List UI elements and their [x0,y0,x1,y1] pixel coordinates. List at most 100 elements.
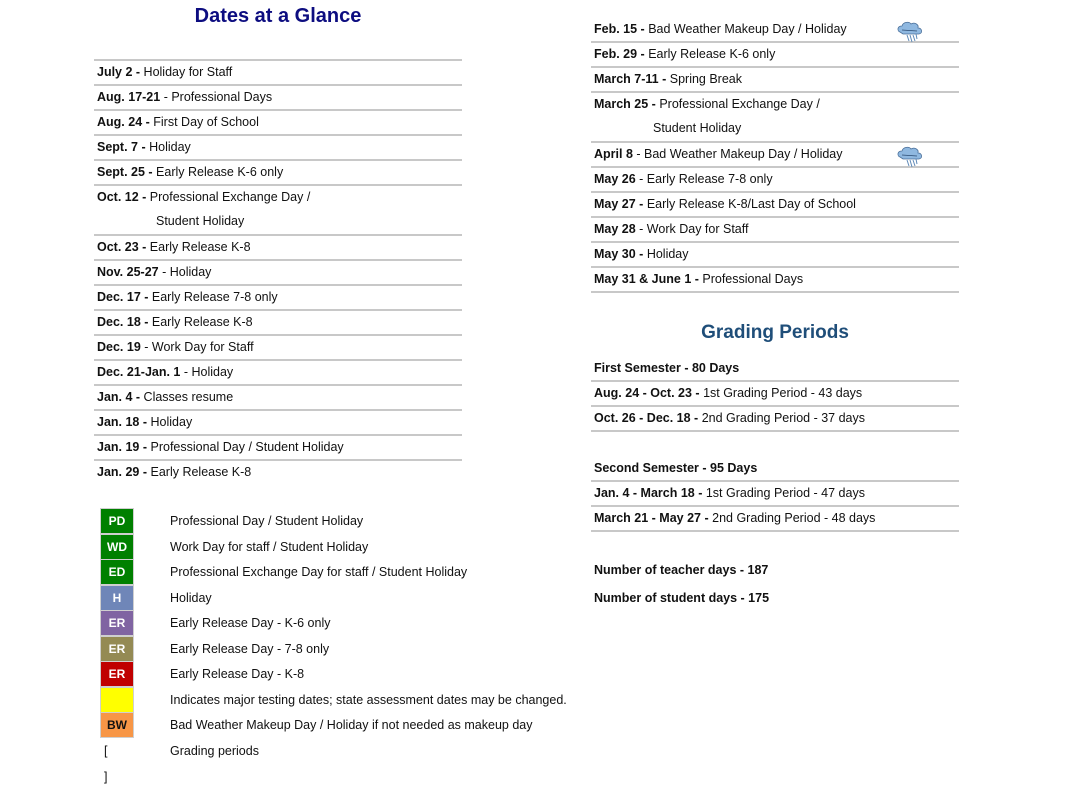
entry-date: May 26 [594,172,636,186]
second-semester-periods: Jan. 4 - March 18 - 1st Grading Period -… [591,482,959,532]
entry-line: Dec. 17 - Early Release 7-8 only [97,290,278,304]
second-semester-label: Second Semester - 95 Days [594,461,758,475]
entry-line: Dec. 21-Jan. 1 - Holiday [97,365,233,379]
date-entry: Oct. 23 - Early Release K-8 [94,236,462,261]
date-entry: Dec. 18 - Early Release K-8 [94,311,462,336]
entry-description: Spring Break [666,72,742,86]
entry-line: Jan. 19 - Professional Day / Student Hol… [97,440,344,454]
period-description: 1st Grading Period - 47 days [702,486,865,500]
bracket-symbol: [ ] [104,743,118,784]
entry-description: - Holiday [180,365,234,379]
entry-date: Dec. 19 [97,340,141,354]
entry-date: Dec. 21-Jan. 1 [97,365,181,379]
first-semester-label: First Semester - 80 Days [594,361,740,375]
date-entry: Jan. 4 - Classes resume [94,386,462,411]
legend-label: Holiday [170,590,212,605]
date-entry: May 28 - Work Day for Staff [591,218,959,243]
divider [94,37,462,61]
period-range: March 21 - May 27 - [594,511,709,525]
date-entry: Feb. 15 - Bad Weather Makeup Day / Holid… [591,18,959,43]
legend-swatch: BW [100,712,134,738]
entry-line: Jan. 18 - Holiday [97,415,192,429]
entry-date: Feb. 15 - [594,22,645,36]
grading-periods-title: Grading Periods [701,322,849,343]
period-description: 2nd Grading Period - 48 days [708,511,876,525]
entry-date: Jan. 29 - [97,465,148,479]
entry-line: Dec. 19 - Work Day for Staff [97,340,254,354]
entry-description: Early Release 7-8 only [148,290,278,304]
entry-date: Sept. 25 - [97,165,153,179]
entry-description: Early Release K-8/Last Day of School [643,197,856,211]
storm-cloud-icon [895,145,925,169]
entry-line: Nov. 25-27 - Holiday [97,265,211,279]
entry-date: May 31 & June 1 - [594,272,699,286]
dates-at-a-glance-section: Dates at a Glance July 2 - Holiday for S… [94,0,462,484]
dates-at-a-glance-title: Dates at a Glance [194,5,362,27]
entry-description: Bad Weather Makeup Day / Holiday [644,22,847,36]
date-entry: Jan. 18 - Holiday [94,411,462,436]
entry-description: Early Release K-6 only [644,47,776,61]
entry-line: Dec. 18 - Early Release K-8 [97,315,253,329]
storm-cloud-icon [895,20,925,44]
date-entry: Dec. 21-Jan. 1 - Holiday [94,361,462,386]
date-entry: Jan. 29 - Early Release K-8 [94,461,462,484]
entry-line: May 26 - Early Release 7-8 only [594,172,773,186]
entry-date: Nov. 25-27 [97,265,159,279]
date-entry: Sept. 25 - Early Release K-6 only [94,161,462,186]
entry-date: March 7-11 - [594,72,667,86]
legend-label: Early Release Day - K-8 [170,667,305,681]
entry-description: Professional Exchange Day / [146,190,311,204]
second-semester-heading: Second Semester - 95 Days [591,457,959,482]
entry-description: Early Release K-8 [147,465,252,479]
left-date-list: July 2 - Holiday for Staff Aug. 17-21 - P… [94,61,462,484]
entry-line: Jan. 29 - Early Release K-8 [97,465,251,479]
teacher-days-count: Number of teacher days - 187 [594,563,769,577]
legend-label: Grading periods [170,743,259,758]
entry-description: - Professional Days [160,90,273,104]
date-entry: Dec. 17 - Early Release 7-8 only [94,286,462,311]
grading-period-row: Aug. 24 - Oct. 23 - 1st Grading Period -… [591,382,959,407]
legend-swatch: ER [100,635,134,662]
entry-date: Dec. 18 - [97,315,149,329]
entry-date: Jan. 18 - [97,415,148,429]
legend-label: Work Day for staff / Student Holiday [170,539,369,554]
entry-description: Early Release K-8 [148,315,253,329]
entry-description: Professional Exchange Day / [655,97,820,111]
first-semester-periods: Aug. 24 - Oct. 23 - 1st Grading Period -… [591,382,959,432]
entry-description: - Bad Weather Makeup Day / Holiday [632,147,843,161]
period-range: Aug. 24 - Oct. 23 - [594,386,700,400]
date-entry: April 8 - Bad Weather Makeup Day / Holid… [591,143,959,168]
period-description: 1st Grading Period - 43 days [699,386,863,400]
entry-description: Holiday [643,247,689,261]
legend-label: Early Release Day - 7-8 only [170,641,330,656]
entry-line: Aug. 24 - First Day of School [97,115,259,129]
entry-date: Sept. 7 - [97,140,146,154]
entry-line: May 27 - Early Release K-8/Last Day of S… [594,197,856,211]
entry-date: Oct. 12 - [97,190,147,204]
entry-line: March 7-11 - Spring Break [594,72,742,86]
entry-description: - Holiday [158,265,212,279]
period-range: Jan. 4 - March 18 - [594,486,703,500]
period-range: Oct. 26 - Dec. 18 - [594,411,699,425]
entry-line: Sept. 25 - Early Release K-6 only [97,165,283,179]
entry-date: Aug. 17-21 [97,90,161,104]
right-date-list: Feb. 15 - Bad Weather Makeup Day / Holid… [591,18,959,293]
entry-date: May 30 - [594,247,644,261]
entry-description: - Early Release 7-8 only [635,172,773,186]
legend-swatch [100,686,134,713]
entry-date: Jan. 19 - [97,440,148,454]
right-column: Feb. 15 - Bad Weather Makeup Day / Holid… [591,0,959,612]
date-entry: Aug. 24 - First Day of School [94,111,462,136]
date-entry: Jan. 19 - Professional Day / Student Hol… [94,436,462,461]
period-description: 2nd Grading Period - 37 days [698,411,865,425]
entry-description: First Day of School [149,115,259,129]
date-entry: Feb. 29 - Early Release K-6 only [591,43,959,68]
entry-line: March 25 - Professional Exchange Day / [594,93,959,116]
entry-date: May 27 - [594,197,644,211]
entry-description: Early Release K-6 only [152,165,284,179]
entry-date: March 25 - [594,97,656,111]
date-entry: March 25 - Professional Exchange Day / St… [591,93,959,143]
date-entry: Nov. 25-27 - Holiday [94,261,462,286]
entry-description: Professional Days [698,272,804,286]
student-days-count: Number of student days - 175 [594,591,770,605]
